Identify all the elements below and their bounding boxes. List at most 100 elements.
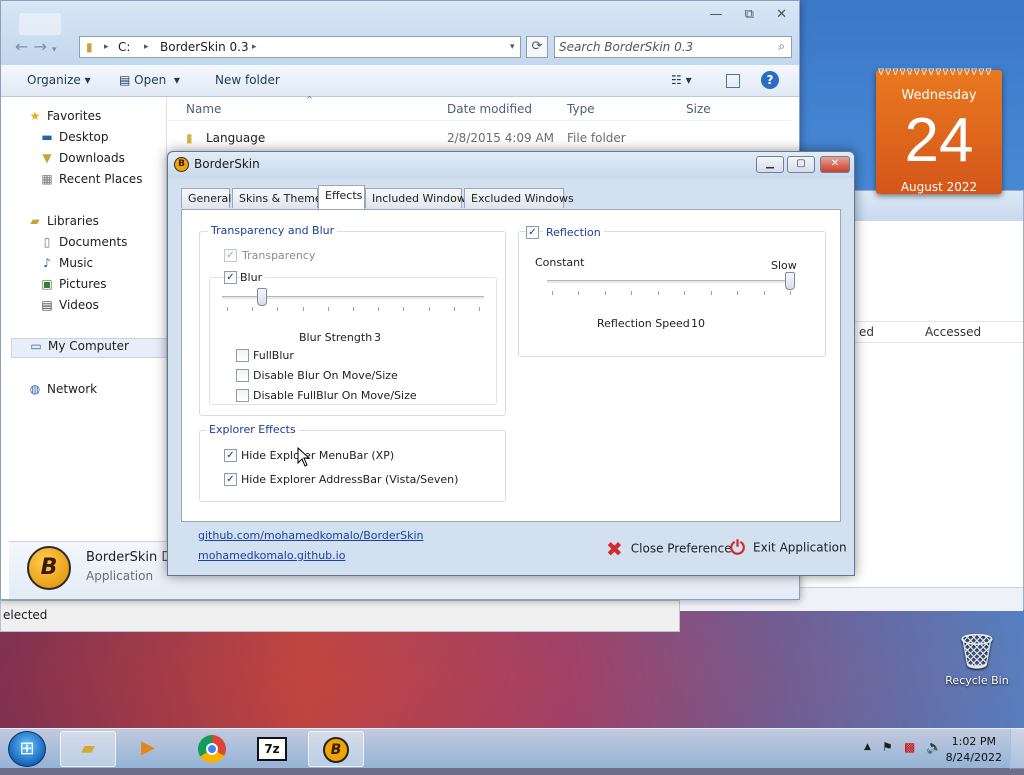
history-chevron-icon[interactable]: ▾ xyxy=(52,45,57,55)
taskbar-explorer[interactable]: ▰ xyxy=(60,731,116,767)
breadcrumb-folder[interactable]: BorderSkin 0.3 xyxy=(160,40,249,54)
reflection-title: Reflection xyxy=(543,226,604,239)
back-arrow-icon[interactable]: ← xyxy=(15,37,28,56)
dialog-minimize-button[interactable]: ▁ xyxy=(756,156,784,173)
folder-icon: ▮ xyxy=(86,40,93,54)
column-name[interactable]: Name xyxy=(186,102,221,116)
refresh-icon: ⟳ xyxy=(531,39,543,54)
back-column-accessed[interactable]: Accessed xyxy=(925,325,981,339)
reflection-checkbox[interactable]: ✓ xyxy=(526,226,539,239)
tab-general[interactable]: General xyxy=(181,188,231,208)
hide-addressbar-checkbox[interactable]: ✓ xyxy=(224,473,237,486)
transparency-blur-title: Transparency and Blur xyxy=(208,224,338,237)
column-size[interactable]: Size xyxy=(686,102,711,116)
nav-network[interactable]: ◍ Network xyxy=(27,382,183,400)
blur-strength-slider-thumb[interactable] xyxy=(257,288,268,306)
nav-favorites[interactable]: ★ Favorites xyxy=(27,109,183,127)
exit-application-label: Exit Application xyxy=(753,540,847,555)
taskbar-7zip[interactable]: 7z xyxy=(244,731,300,767)
preview-pane-icon[interactable] xyxy=(726,74,740,88)
slider-tick xyxy=(453,307,455,311)
clock-time: 1:02 PM xyxy=(951,735,996,748)
github-link[interactable]: github.com/mohamedkomalo/BorderSkin xyxy=(198,529,424,542)
slider-tick xyxy=(657,291,659,295)
fullblur-checkbox[interactable] xyxy=(236,349,249,362)
close-icon[interactable]: ✕ xyxy=(776,7,787,22)
address-bar[interactable]: ▮ ▸ C: ▸ BorderSkin 0.3 ▸ ▾ xyxy=(79,36,521,58)
transparency-checkbox[interactable]: ✓ xyxy=(224,249,237,262)
tab-effects[interactable]: Effects xyxy=(318,185,365,209)
slider-tick xyxy=(737,291,739,295)
volume-icon[interactable]: 🔈 xyxy=(926,740,942,755)
column-date-modified[interactable]: Date modified xyxy=(447,102,532,116)
disable-blur-checkbox[interactable] xyxy=(236,369,249,382)
reflection-speed-slider-thumb[interactable] xyxy=(785,272,795,290)
taskbar-borderskin[interactable]: B xyxy=(308,731,364,767)
action-center-icon[interactable]: ⚑ xyxy=(882,740,893,754)
explorer-icon: ▰ xyxy=(81,738,95,759)
pictures-icon: ▣ xyxy=(41,277,53,291)
blur-checkbox[interactable]: ✓ xyxy=(224,271,237,284)
tray-expand-icon[interactable]: ▲ xyxy=(864,742,871,752)
breadcrumb-chevron-icon[interactable]: ▸ xyxy=(104,42,109,52)
nav-favorites-label: Favorites xyxy=(47,109,102,123)
file-date: 2/8/2015 4:09 AM xyxy=(447,131,555,145)
help-icon[interactable]: ? xyxy=(761,71,779,89)
search-input[interactable]: Search BorderSkin 0.3 ⌕ xyxy=(554,36,792,58)
tab-skins-themes[interactable]: Skins & Themes xyxy=(232,188,327,208)
forward-arrow-icon[interactable]: → xyxy=(34,37,47,56)
slider-tick xyxy=(631,291,633,295)
network-status-icon[interactable]: ▩ xyxy=(904,740,915,754)
tab-excluded-windows[interactable]: Excluded Windows xyxy=(464,188,574,208)
disable-fullblur-checkbox[interactable] xyxy=(236,389,249,402)
nav-recent-places-label: Recent Places xyxy=(59,172,143,186)
file-name: Language xyxy=(206,131,266,145)
slider-tick xyxy=(479,307,480,311)
nav-my-computer[interactable]: ▭ My Computer xyxy=(11,338,167,358)
view-options-icon[interactable]: ☷ ▾ xyxy=(671,73,692,87)
file-row[interactable]: ▮ Language 2/8/2015 4:09 AM File folder xyxy=(168,127,793,149)
start-button[interactable]: ⊞ xyxy=(8,731,46,767)
hide-menubar-label: Hide Explorer MenuBar (XP) xyxy=(241,449,395,462)
search-icon[interactable]: ⌕ xyxy=(778,39,785,54)
clock[interactable]: 1:02 PM 8/24/2022 xyxy=(946,734,1002,766)
borderskin-dialog[interactable]: B BorderSkin ▁ ▢ ✕ General Skins & Theme… xyxy=(167,151,855,576)
open-label: Open xyxy=(134,73,167,87)
column-type[interactable]: Type xyxy=(567,102,595,116)
tab-included-windows[interactable]: Included Windows xyxy=(365,188,472,208)
explorer-window-controls: — ⧉ ✕ xyxy=(692,7,787,22)
hide-menubar-checkbox[interactable]: ✓ xyxy=(224,449,237,462)
reflection-speed-slider-track xyxy=(547,280,795,284)
close-preference-button[interactable]: ✖ Close Preference xyxy=(606,537,732,561)
nav-libraries-label: Libraries xyxy=(47,214,99,228)
organize-button[interactable]: Organize ▾ xyxy=(27,73,91,87)
nav-desktop-label: Desktop xyxy=(59,130,109,144)
reflection-slow-label: Slow xyxy=(771,259,797,272)
breadcrumb-drive[interactable]: C: xyxy=(118,40,130,54)
open-button[interactable]: ▤ Open ▾ xyxy=(119,73,180,87)
maximize-icon[interactable]: ⧉ xyxy=(745,7,754,22)
breadcrumb-chevron-icon[interactable]: ▸ xyxy=(144,42,149,52)
minimize-icon[interactable]: — xyxy=(710,7,723,22)
desktop-icon: ▬ xyxy=(41,130,53,144)
refresh-button[interactable]: ⟳ xyxy=(526,36,548,58)
nav-my-computer-label: My Computer xyxy=(48,339,129,353)
status-bar: elected xyxy=(0,600,680,632)
taskbar-chrome[interactable] xyxy=(184,731,240,767)
dialog-maximize-button[interactable]: ▢ xyxy=(787,156,815,173)
slider-tick xyxy=(604,291,606,295)
nav-libraries[interactable]: ▰ Libraries xyxy=(27,214,183,232)
exit-application-button[interactable]: ⏻ Exit Application xyxy=(730,537,847,559)
calendar-gadget[interactable]: ᐁᐁᐁᐁᐁᐁᐁᐁᐁᐁᐁᐁᐁᐁᐁᐁ Wednesday 24 August 202… xyxy=(876,68,1002,194)
borderskin-app-icon: B xyxy=(27,546,71,590)
address-dropdown-icon[interactable]: ▾ xyxy=(510,42,515,52)
show-desktop-button[interactable] xyxy=(1010,729,1024,769)
taskbar-media-player[interactable]: ▶ xyxy=(120,731,176,767)
blur-label: Blur xyxy=(240,271,266,284)
breadcrumb-chevron-icon[interactable]: ▸ xyxy=(252,42,257,52)
new-folder-button[interactable]: New folder xyxy=(215,73,280,87)
recycle-bin-shortcut[interactable]: 🗑 Recycle Bin xyxy=(942,630,1012,700)
website-link[interactable]: mohamedkomalo.github.io xyxy=(198,549,345,562)
dialog-close-button[interactable]: ✕ xyxy=(820,156,850,173)
power-icon: ⏻ xyxy=(730,537,746,559)
